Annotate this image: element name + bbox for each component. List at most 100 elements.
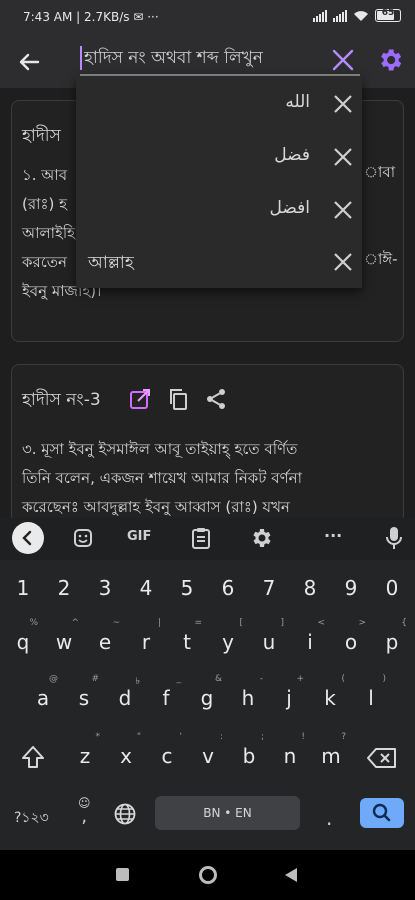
key-t[interactable]: = t	[168, 616, 206, 668]
key-z[interactable]: * z	[66, 730, 104, 782]
search-input[interactable]	[84, 44, 329, 72]
status-icons: 65	[313, 8, 401, 22]
keyboard-settings-icon[interactable]	[249, 526, 273, 550]
key-k[interactable]: (k	[311, 672, 349, 724]
key-0[interactable]: 0	[373, 562, 411, 614]
key-r[interactable]: | r	[127, 616, 165, 668]
key-g[interactable]: & g	[188, 672, 226, 724]
key-l[interactable]: ) l	[352, 672, 390, 724]
hadith-line: তিনি বলেন, একজন শায়েখ আমার নিকট বর্ণনা	[22, 469, 302, 487]
hadith-card: হাদীস নং-3 ৩. মূসা ইবনু ইসমাঈল আবূ তাইয়…	[11, 364, 404, 520]
remove-suggestion-icon[interactable]	[332, 251, 354, 273]
sync-icon: ✉	[133, 10, 144, 24]
network-speed: 2.7KB/s	[84, 10, 130, 24]
symbols-key[interactable]: ?১২৩	[14, 806, 49, 830]
wifi-icon	[354, 10, 368, 21]
microphone-icon[interactable]	[384, 525, 404, 551]
system-nav-bar	[0, 850, 415, 900]
space-key[interactable]: BN • EN	[155, 796, 300, 830]
recents-icon[interactable]	[116, 868, 129, 881]
key-x[interactable]: " x	[107, 730, 145, 782]
key-j[interactable]: + j	[270, 672, 308, 724]
suggestion-text[interactable]: فضل	[274, 145, 310, 165]
copy-icon[interactable]	[166, 387, 190, 411]
key-p[interactable]: {p	[373, 616, 411, 668]
key-q[interactable]: % q	[4, 616, 42, 668]
remove-suggestion-icon[interactable]	[332, 146, 354, 168]
suggestion-item[interactable]: فضل	[76, 131, 362, 184]
collapse-keyboard-button[interactable]	[12, 522, 44, 554]
back-triangle-icon[interactable]	[283, 866, 299, 884]
period-key[interactable]: .	[326, 806, 332, 830]
key-u[interactable]: ] u	[250, 616, 288, 668]
clear-search-icon[interactable]	[330, 47, 356, 73]
battery-level: 65	[381, 8, 395, 18]
key-n[interactable]: ! n	[271, 730, 309, 782]
key-9[interactable]: 9	[332, 562, 370, 614]
remove-suggestion-icon[interactable]	[332, 93, 354, 115]
suggestion-text[interactable]: আল্লাহ	[88, 250, 134, 278]
key-d[interactable]: ৳ d	[106, 672, 144, 724]
signal-icon-2	[333, 9, 347, 22]
hadith-line: ৩. মূসা ইবনু ইসমাঈল আবূ তাইয়াহ্ হতে বর্…	[22, 440, 298, 458]
separator: |	[76, 10, 85, 24]
key-s[interactable]: # s	[65, 672, 103, 724]
key-y[interactable]: [y	[209, 616, 247, 668]
key-e[interactable]: ~ e	[86, 616, 124, 668]
suggestion-item[interactable]: افضل	[76, 184, 362, 237]
key-1[interactable]: 1	[4, 562, 42, 614]
key-a[interactable]: @ a	[24, 672, 62, 724]
hadith-card-actions	[128, 387, 228, 411]
keyboard-toolbar: GIF ···	[0, 518, 415, 560]
globe-icon[interactable]	[113, 802, 137, 826]
status-bar: 7:43 AM | 2.7KB/s ✉ ··· 65	[0, 0, 415, 36]
key-o[interactable]: > o	[332, 616, 370, 668]
status-time: 7:43 AM | 2.7KB/s ✉ ···	[23, 10, 159, 24]
key-6[interactable]: 6	[209, 562, 247, 614]
key-w[interactable]: ^ w	[45, 616, 83, 668]
key-c[interactable]: ' c	[148, 730, 186, 782]
key-7[interactable]: 7	[250, 562, 288, 614]
back-arrow-icon[interactable]	[14, 47, 44, 77]
signal-icon-1	[313, 9, 327, 22]
open-link-icon[interactable]	[128, 387, 152, 411]
emoji-comma-key[interactable]: ☺ ,	[78, 796, 91, 826]
clipboard-icon[interactable]	[190, 526, 212, 550]
screen: { "status_bar": { "time": "7:43 AM", "sp…	[0, 0, 415, 900]
hadith-card-title: হাদীস নং-3	[22, 390, 101, 410]
sticker-icon[interactable]	[72, 527, 94, 549]
suggestion-text[interactable]: افضل	[270, 198, 310, 218]
more-notifications-icon: ···	[147, 10, 159, 24]
key-m[interactable]: ? m	[312, 730, 350, 782]
battery-icon: 65	[375, 8, 401, 22]
suggestion-item[interactable]: الله	[76, 78, 362, 131]
key-v[interactable]: :v	[189, 730, 227, 782]
suggestion-text[interactable]: الله	[285, 92, 310, 112]
search-suggestions: الله فضل افضل আল্লাহ	[76, 76, 362, 288]
backspace-icon[interactable]	[366, 746, 398, 770]
key-2[interactable]: 2	[45, 562, 83, 614]
more-options-button[interactable]: ···	[324, 526, 342, 545]
key-8[interactable]: 8	[291, 562, 329, 614]
search-box[interactable]	[80, 42, 360, 76]
hadith-card-title: হাদীস	[22, 126, 61, 146]
key-5[interactable]: 5	[168, 562, 206, 614]
gif-button[interactable]: GIF	[127, 529, 151, 544]
search-icon	[372, 803, 391, 822]
key-f[interactable]: _ f	[147, 672, 185, 724]
shift-icon[interactable]	[20, 744, 46, 770]
share-icon[interactable]	[204, 387, 228, 411]
key-h[interactable]: -h	[229, 672, 267, 724]
key-3[interactable]: 3	[86, 562, 124, 614]
text-cursor	[80, 46, 82, 70]
remove-suggestion-icon[interactable]	[332, 199, 354, 221]
key-i[interactable]: < i	[291, 616, 329, 668]
hadith-text: ৩. মূসা ইবনু ইসমাঈল আবূ তাইয়াহ্ হতে বর্…	[22, 435, 302, 520]
suggestion-item[interactable]: আল্লাহ	[76, 236, 362, 289]
key-b[interactable]: ; b	[230, 730, 268, 782]
hadith-line: করেছেনঃ আবদুল্লাহ ইবনু আব্বাস (রাঃ) যখন	[22, 498, 290, 516]
key-4[interactable]: 4	[127, 562, 165, 614]
search-key[interactable]	[360, 798, 404, 828]
settings-gear-icon[interactable]	[376, 46, 404, 74]
home-icon[interactable]	[199, 866, 217, 884]
